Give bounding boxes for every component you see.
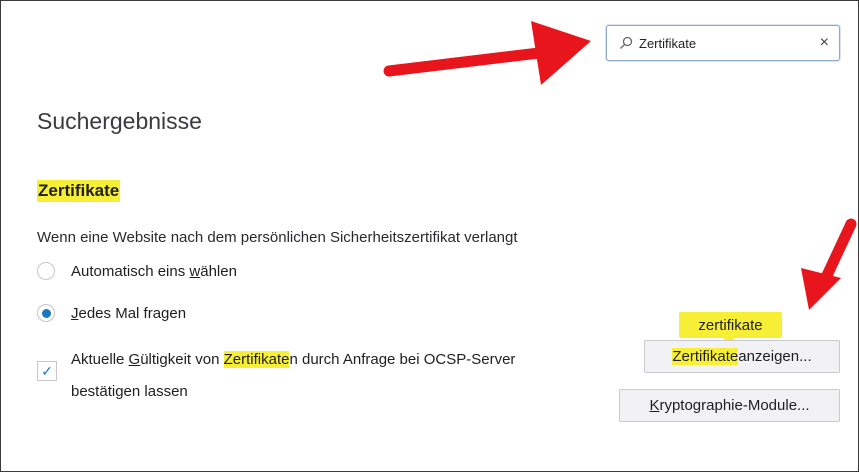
red-arrow-annotation-top bbox=[383, 21, 591, 85]
radio-button-selected[interactable] bbox=[37, 304, 55, 322]
checkmark-icon: ✓ bbox=[41, 363, 53, 379]
security-devices-button[interactable]: Kryptographie-Module... bbox=[619, 389, 840, 422]
section-description: Wenn eine Website nach dem persönlichen … bbox=[37, 229, 518, 246]
search-icon bbox=[620, 36, 633, 49]
preferences-pane: × Suchergebnisse Zertifikate Wenn eine W… bbox=[0, 0, 859, 472]
search-input[interactable] bbox=[639, 33, 799, 53]
clear-search-icon[interactable]: × bbox=[820, 33, 829, 53]
ocsp-checkbox-row[interactable]: ✓ Aktuelle Gültigkeit von Zertifikaten d… bbox=[37, 344, 631, 408]
radio-option-automatic[interactable]: Automatisch eins wählen bbox=[37, 262, 237, 280]
radio-label: Jedes Mal fragen bbox=[71, 304, 187, 322]
red-arrow-annotation-right bbox=[801, 218, 857, 310]
ocsp-checkbox-label: Aktuelle Gültigkeit von Zertifikaten dur… bbox=[71, 351, 516, 400]
page-title: Suchergebnisse bbox=[37, 108, 202, 134]
search-box[interactable]: × bbox=[606, 25, 840, 61]
radio-button[interactable] bbox=[37, 262, 55, 280]
section-heading: Zertifikate bbox=[37, 180, 121, 202]
radio-label: Automatisch eins wählen bbox=[71, 262, 237, 280]
ocsp-checkbox[interactable]: ✓ bbox=[37, 361, 57, 381]
view-certificates-button[interactable]: Zertifikate anzeigen... bbox=[644, 340, 840, 373]
radio-option-ask-every-time[interactable]: Jedes Mal fragen bbox=[37, 304, 186, 322]
search-match-tooltip: zertifikate bbox=[679, 312, 782, 345]
